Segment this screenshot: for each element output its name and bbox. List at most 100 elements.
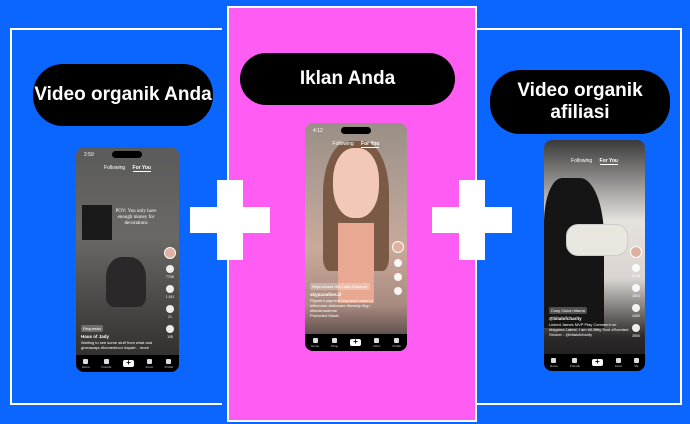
creator-avatar[interactable] — [164, 247, 176, 259]
nav-profile[interactable]: Profile — [392, 337, 401, 348]
nav-inbox[interactable]: Inbox — [373, 337, 381, 348]
caption-text: Pigment pigment bag toast makeup influen… — [310, 297, 373, 313]
nav-profile[interactable]: Me — [634, 357, 640, 368]
bookmark-count: 21 — [168, 315, 172, 319]
side-actions — [392, 241, 404, 295]
bookmark-icon[interactable] — [632, 304, 640, 312]
creator-avatar[interactable] — [630, 246, 642, 258]
profile-icon — [394, 337, 400, 343]
home-icon — [551, 357, 557, 363]
nav-home-label: Home — [549, 363, 558, 368]
handbag — [566, 224, 628, 256]
tv-screen — [82, 205, 112, 240]
nav-shop[interactable]: Shop — [331, 337, 339, 348]
comment-count: 1803 — [632, 294, 640, 298]
nav-inbox-label: Inbox — [145, 364, 153, 369]
nav-friends[interactable]: Friends — [569, 357, 580, 368]
friends-icon — [103, 358, 109, 364]
nav-home[interactable]: Home — [311, 337, 320, 348]
plus-icon — [432, 180, 512, 260]
label-affiliate-video: Video organik afiliasi — [490, 70, 670, 134]
tab-for-you[interactable]: For You — [599, 158, 618, 165]
label-your-ad: Iklan Anda — [240, 53, 455, 105]
create-button[interactable] — [591, 357, 603, 366]
heart-icon[interactable] — [166, 265, 174, 273]
person-face — [333, 148, 379, 218]
nav-shop-label: Shop — [331, 343, 339, 348]
comment-icon[interactable] — [632, 284, 640, 292]
dynamic-island — [341, 127, 371, 134]
caption-tag[interactable]: Cosy Clutch Mama — [549, 307, 587, 314]
profile-icon — [634, 357, 640, 363]
share-count: 3550 — [632, 334, 640, 338]
tab-following[interactable]: Following — [104, 165, 125, 171]
nav-home[interactable]: Home — [549, 357, 558, 368]
share-icon[interactable] — [166, 325, 174, 333]
share-icon[interactable] — [394, 287, 402, 295]
tab-for-you[interactable]: For You — [361, 141, 380, 148]
bottom-nav: Home Friends Inbox Profile — [76, 355, 179, 372]
sound-label[interactable]: Stroker - @bitalofcharity — [549, 332, 629, 337]
caption-tag[interactable]: Requestor — [81, 325, 104, 332]
friends-icon — [572, 357, 578, 363]
creator-avatar[interactable] — [392, 241, 404, 253]
like-count: 770K — [165, 275, 175, 279]
caption-text: Waiting to see some stuff from what and … — [81, 339, 153, 350]
nav-inbox[interactable]: Inbox — [614, 357, 623, 368]
create-button[interactable] — [350, 337, 362, 346]
bookmark-count: 3450 — [632, 314, 640, 318]
video-caption: Cosy Clutch Mama @bitalofcharity Linked … — [549, 307, 629, 337]
bookmark-icon[interactable] — [166, 305, 174, 313]
nav-profile[interactable]: Profile — [164, 358, 174, 369]
video-caption: Repurchase the Lotus Essence skyparadise… — [310, 283, 391, 318]
shop-icon — [332, 337, 338, 343]
dynamic-island — [112, 151, 142, 158]
share-count: 105 — [167, 335, 173, 339]
heart-icon[interactable] — [394, 259, 402, 267]
plus-icon — [190, 180, 270, 260]
nav-inbox[interactable]: Inbox — [145, 358, 153, 369]
comment-icon[interactable] — [394, 273, 402, 281]
status-time: 4:12 — [313, 128, 323, 134]
phone-ad-video[interactable]: 4:12 Following For You Repurchase the Lo… — [305, 123, 407, 351]
nav-profile-label: Profile — [164, 364, 174, 369]
sound-label[interactable]: Promoted Music — [310, 313, 391, 318]
phone-affiliate-video[interactable]: Following For You 26.0k 1803 3450 3550 C… — [544, 140, 645, 371]
feed-tabs: Following For You — [305, 141, 407, 148]
create-button[interactable] — [123, 358, 135, 367]
video-overlay-text: POV: You only have enough money for deco… — [115, 209, 157, 226]
nav-inbox-label: Inbox — [614, 363, 623, 368]
inbox-icon — [615, 357, 621, 363]
bottom-nav: Home Friends Inbox Me — [544, 354, 645, 371]
inbox-icon — [374, 337, 380, 343]
nav-friends-label: Friends — [569, 363, 580, 368]
tab-following[interactable]: Following — [571, 158, 592, 164]
heart-icon[interactable] — [632, 264, 640, 272]
inbox-icon — [146, 358, 152, 364]
nav-home-label: Home — [81, 364, 90, 369]
caption-tag[interactable]: Repurchase the Lotus Essence — [310, 283, 370, 290]
home-icon — [312, 337, 318, 343]
feed-tabs: Following For You — [76, 165, 179, 172]
caption-text: Linked James MVP Play Comment on #bigare… — [549, 321, 629, 332]
status-bar: 4:12 — [305, 123, 407, 137]
video-caption: Requestor Haus of Jady Waiting to see so… — [81, 325, 163, 350]
person-figure — [106, 257, 146, 307]
nav-home-label: Home — [311, 343, 320, 348]
status-bar: 2:59 — [76, 147, 179, 161]
tab-following[interactable]: Following — [333, 141, 354, 147]
feed-tabs: Following For You — [544, 158, 645, 165]
nav-inbox-label: Inbox — [373, 343, 381, 348]
tab-for-you[interactable]: For You — [132, 165, 151, 172]
nav-friends[interactable]: Friends — [101, 358, 111, 369]
share-icon[interactable] — [632, 324, 640, 332]
comment-count: 1,911 — [165, 295, 175, 299]
home-icon — [83, 358, 89, 364]
phone-organic-video[interactable]: 2:59 Following For You POV: You only hav… — [76, 147, 179, 372]
label-organic-video: Video organik Anda — [33, 64, 213, 126]
side-actions: 770K 1,911 21 105 — [164, 247, 176, 339]
bottom-nav: Home Shop Inbox Profile — [305, 334, 407, 351]
nav-profile-label: Me — [634, 363, 639, 368]
nav-home[interactable]: Home — [81, 358, 90, 369]
comment-icon[interactable] — [166, 285, 174, 293]
